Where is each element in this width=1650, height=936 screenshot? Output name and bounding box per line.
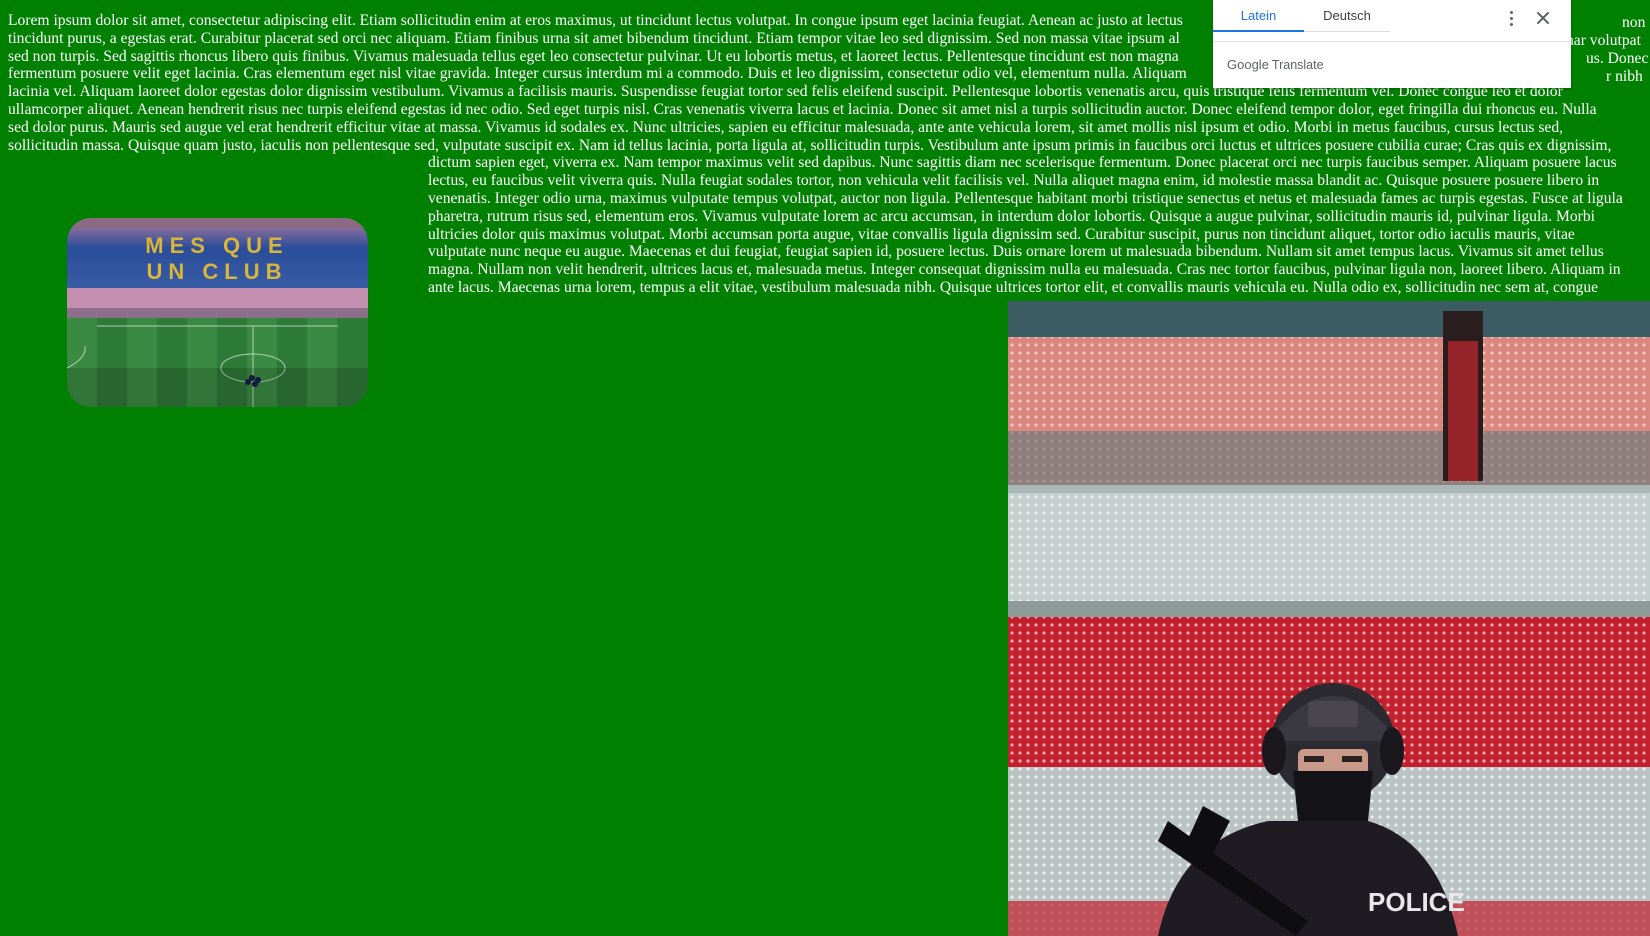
text-line: lectus, eu faucibus velit viverra quis. … — [428, 172, 1600, 190]
more-options-icon[interactable] — [1501, 8, 1521, 28]
close-icon[interactable] — [1531, 6, 1555, 30]
police-illustration: POLICE — [1008, 301, 1650, 936]
google-translate-logo: Google Translate — [1227, 57, 1324, 72]
seat-lettering: MES QUE — [145, 233, 288, 258]
text-fragment: non — [1622, 14, 1646, 31]
text-line: venenatis. Integer odio urna, maximus vu… — [428, 189, 1623, 207]
text-line: sed dolor purus. Mauris sed augue vel er… — [8, 118, 1564, 136]
text-line: sollicitudin massa. Quisque quam justo, … — [8, 136, 1612, 154]
text-line: dictum sapien eget, viverra ex. Nam temp… — [428, 154, 1617, 172]
popup-divider — [1213, 41, 1571, 42]
text-fragment: nar volutpat — [1566, 32, 1641, 49]
stadium-illustration: MES QUE UN CLUB — [67, 218, 368, 407]
tab-latein[interactable]: Latein — [1213, 0, 1304, 32]
stadium-photo: MES QUE UN CLUB — [67, 218, 368, 407]
language-tabs: Latein Deutsch — [1213, 0, 1390, 32]
google-wordmark: Google — [1227, 57, 1269, 72]
google-translate-popup: Latein Deutsch Google Translate — [1213, 0, 1571, 88]
text-fragment: r nibh — [1606, 68, 1643, 85]
vest-text: POLICE — [1368, 887, 1465, 917]
translate-wordmark: Translate — [1271, 58, 1324, 72]
seat-lettering: UN CLUB — [147, 259, 288, 284]
text-fragment: us. Donec — [1586, 50, 1649, 67]
tab-deutsch[interactable]: Deutsch — [1304, 0, 1390, 32]
text-line: ullamcorper aliquet. Aenean hendrerit ri… — [8, 100, 1597, 118]
police-photo: POLICE — [1008, 301, 1650, 936]
